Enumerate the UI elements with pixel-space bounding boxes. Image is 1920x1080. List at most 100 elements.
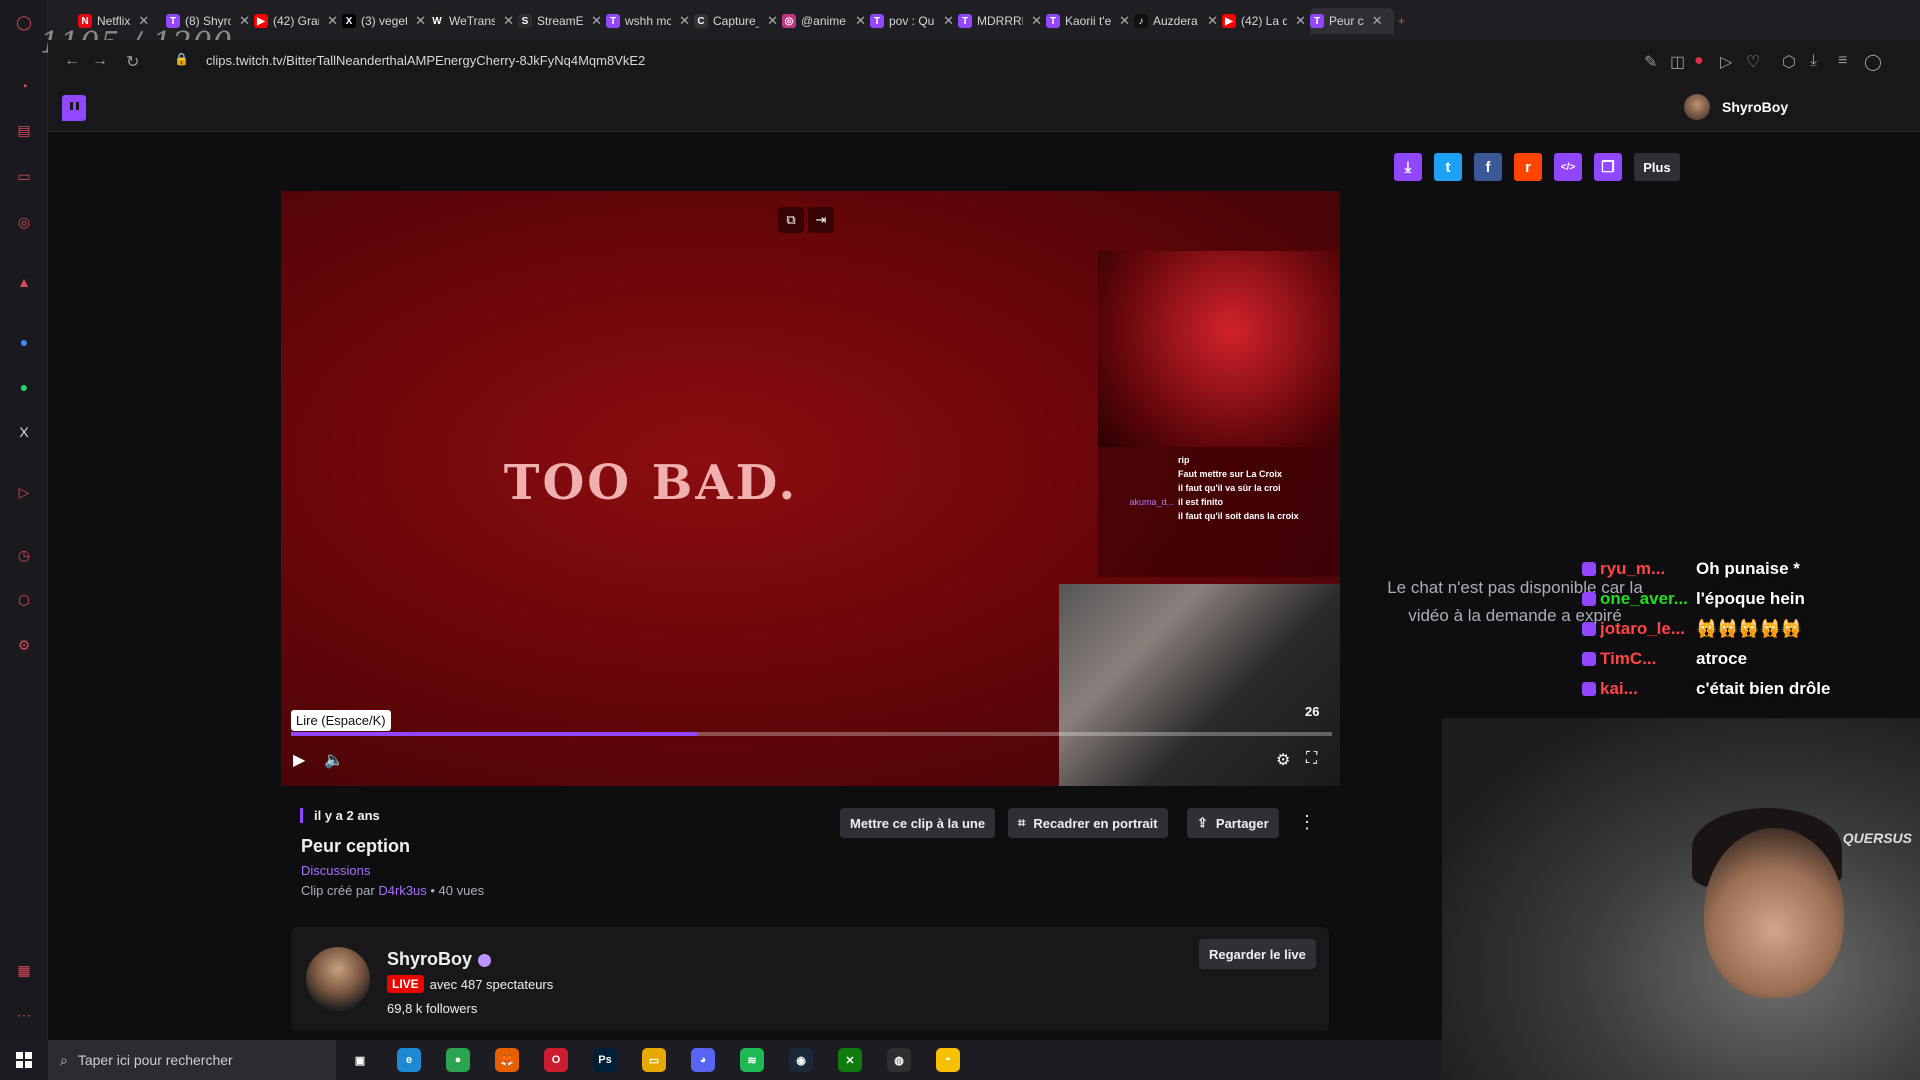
spotify-icon[interactable]: ≋	[740, 1048, 764, 1072]
profile-icon[interactable]: ◯	[1864, 52, 1882, 72]
tab-close-icon[interactable]: ✕	[1295, 13, 1306, 29]
edit-icon[interactable]: ✎	[1644, 52, 1657, 72]
camera-icon[interactable]: ◫	[1670, 52, 1685, 72]
creator-link[interactable]: D4rk3us	[378, 883, 426, 898]
play-icon[interactable]: ▶	[293, 750, 305, 770]
edge-icon[interactable]: e	[397, 1048, 421, 1072]
xbox-icon[interactable]: ✕	[838, 1048, 862, 1072]
browser-tab[interactable]: ♪ Auzdera b ✕	[1134, 8, 1218, 34]
browser-tab[interactable]: S StreamEle ✕	[518, 8, 602, 34]
menu-icon[interactable]: ≡	[1838, 52, 1847, 70]
more-options-icon[interactable]: ⋮	[1298, 812, 1316, 833]
feature-clip-button[interactable]: Mettre ce clip à la une	[840, 808, 996, 838]
download-browser-icon[interactable]: ⤓	[1810, 52, 1817, 70]
tab-close-icon[interactable]: ✕	[327, 13, 338, 29]
flow-icon[interactable]: ▷	[1720, 52, 1732, 72]
seek-bar[interactable]	[291, 732, 1332, 736]
channel-avatar[interactable]	[306, 947, 370, 1011]
more-share-button[interactable]: Plus	[1634, 153, 1680, 181]
video-player[interactable]: TOO BAD. ⧉ ⇥ rip Faut mettre sur La Croix…	[281, 191, 1340, 786]
browser-tab[interactable]: C Capture_c ✕	[694, 8, 778, 34]
twitch-logo-icon[interactable]	[62, 95, 86, 121]
reddit-icon[interactable]: r	[1514, 153, 1542, 181]
popout-icon[interactable]: ⧉	[778, 207, 804, 233]
forward-icon[interactable]: →	[92, 52, 108, 70]
tab-close-icon[interactable]: ✕	[415, 13, 426, 29]
exit-icon[interactable]: ⇥	[808, 207, 834, 233]
speed-dial-icon[interactable]: ◔	[14, 76, 34, 96]
overlay-chat-message: il est finito	[1178, 497, 1223, 507]
fullscreen-icon[interactable]: ⛶	[1306, 750, 1317, 768]
shopping-icon[interactable]: ▤	[14, 120, 34, 140]
browser-tab[interactable]: W WeTransf ✕	[430, 8, 514, 34]
tab-close-icon[interactable]: ✕	[1207, 13, 1218, 29]
whatsapp-sidebar-icon[interactable]: ●	[14, 377, 34, 397]
tab-close-icon[interactable]: ✕	[767, 13, 778, 29]
browser-tab[interactable]: Tpov : Qua ✕	[870, 8, 954, 34]
facebook-icon[interactable]: f	[1474, 153, 1502, 181]
new-tab-icon[interactable]: +	[1398, 8, 1405, 34]
channel-name[interactable]: ShyroBoy	[387, 949, 492, 970]
back-icon[interactable]: ←	[64, 52, 80, 70]
tab-close-icon[interactable]: ✕	[1031, 13, 1042, 29]
app-icon[interactable]: ◓	[936, 1048, 960, 1072]
download-icon[interactable]: ⤓	[1394, 153, 1422, 181]
gallery-sidebar-icon[interactable]: ▦	[14, 960, 34, 980]
url-field[interactable]: clips.twitch.tv/BitterTallNeanderthalAMP…	[206, 53, 645, 68]
tab-close-icon[interactable]: ✕	[679, 13, 690, 29]
twitch-sidebar-icon[interactable]: ▭	[14, 166, 34, 186]
tab-close-icon[interactable]: ✕	[1119, 13, 1130, 29]
aria-sidebar-icon[interactable]: ▲	[14, 272, 34, 292]
player-sidebar-icon[interactable]: ▷	[14, 482, 34, 502]
user-menu[interactable]: ShyroBoy ▼	[1684, 94, 1920, 120]
tab-title: MDRRRR	[977, 14, 1023, 28]
heart-icon[interactable]: ♡	[1746, 52, 1760, 72]
messenger-sidebar-icon[interactable]: ●	[14, 332, 34, 352]
browser-tab[interactable]: ▶ (42) Gran ✕	[254, 8, 338, 34]
extensions-sidebar-icon[interactable]: ⬡	[14, 590, 34, 610]
box-icon[interactable]: ⬡	[1782, 52, 1796, 72]
adblock-icon[interactable]: ●	[1694, 52, 1704, 70]
opera-icon[interactable]: O	[544, 1048, 568, 1072]
instagram-sidebar-icon[interactable]: ◎	[14, 212, 34, 232]
tab-close-icon[interactable]: ✕	[943, 13, 954, 29]
tab-close-icon[interactable]: ✕	[591, 13, 602, 29]
embed-icon[interactable]: </>	[1554, 153, 1582, 181]
more-sidebar-icon[interactable]: ⋯	[14, 1005, 34, 1025]
settings-icon[interactable]: ⚙	[1276, 750, 1290, 770]
tab-close-icon[interactable]: ✕	[1372, 13, 1383, 29]
browser-tab[interactable]: ◎ @anime.f ✕	[782, 8, 866, 34]
obs-icon[interactable]: ◍	[887, 1048, 911, 1072]
task-view-icon[interactable]: ▣	[348, 1048, 372, 1072]
windows-start-icon[interactable]	[16, 1052, 32, 1068]
opera-logo-icon[interactable]: ◯	[14, 12, 34, 32]
browser-tab[interactable]: X (3) veget ✕	[342, 8, 426, 34]
explorer-icon[interactable]: ▭	[642, 1048, 666, 1072]
tab-close-icon[interactable]: ✕	[855, 13, 866, 29]
reload-icon[interactable]: ↻	[126, 52, 139, 72]
share-button[interactable]: ⇪ Partager	[1187, 808, 1279, 838]
browser-tab[interactable]: T Peur c ✕	[1310, 8, 1394, 34]
x-sidebar-icon[interactable]: X	[14, 422, 34, 442]
history-sidebar-icon[interactable]: ◷	[14, 545, 34, 565]
twitter-icon[interactable]: t	[1434, 153, 1462, 181]
steam-icon[interactable]: ◉	[789, 1048, 813, 1072]
settings-sidebar-icon[interactable]: ⚙	[14, 635, 34, 655]
firefox-icon[interactable]: 🦊	[495, 1048, 519, 1072]
tab-close-icon[interactable]: ✕	[503, 13, 514, 29]
portrait-crop-button[interactable]: ⌗ Recadrer en portrait	[1008, 808, 1168, 838]
copy-icon[interactable]: ❐	[1594, 153, 1622, 181]
photoshop-icon[interactable]: Ps	[593, 1048, 617, 1072]
discord-icon[interactable]: ◕	[691, 1048, 715, 1072]
taskbar-search[interactable]: ⌕ Taper ici pour rechercher	[48, 1040, 336, 1080]
tab-close-icon[interactable]: ✕	[239, 13, 250, 29]
watch-live-button[interactable]: Regarder le live	[1199, 939, 1316, 969]
category-link[interactable]: Discussions	[301, 863, 370, 878]
browser-tab[interactable]: ▶ (42) La dé ✕	[1222, 8, 1306, 34]
browser-tab[interactable]: Twshh mc ✕	[606, 8, 690, 34]
volume-icon[interactable]: 🔈	[324, 750, 344, 770]
chrome-icon[interactable]: ●	[446, 1048, 470, 1072]
clip-age: il y a 2 ans	[300, 808, 380, 823]
browser-tab[interactable]: T MDRRRR ✕	[958, 8, 1042, 34]
browser-tab[interactable]: T Kaorii t'e ✕	[1046, 8, 1130, 34]
